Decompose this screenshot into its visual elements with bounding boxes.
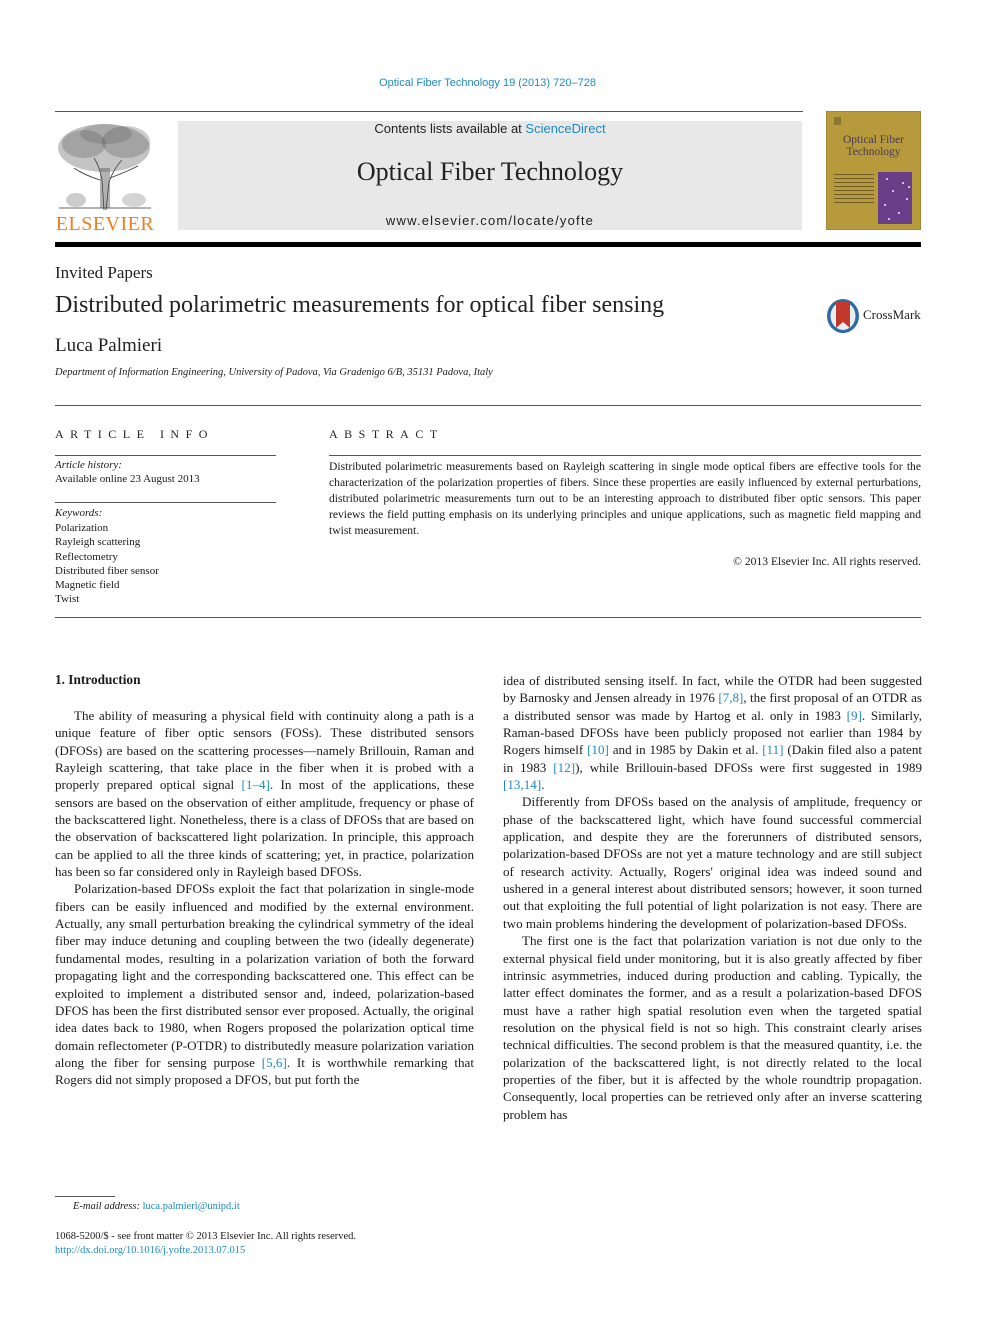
article-history-value: Available online 23 August 2013 xyxy=(55,473,200,485)
publisher-mark-icon xyxy=(834,117,841,125)
keyword-item: Distributed fiber sensor xyxy=(55,564,159,577)
contents-prefix: Contents lists available at xyxy=(374,121,526,136)
text-run: ), while Brillouin-based DFOSs were firs… xyxy=(575,759,922,775)
reference-link[interactable]: [12] xyxy=(553,760,575,775)
body-paragraph: The first one is the fact that polarizat… xyxy=(503,933,922,1122)
keywords-label: Keywords: xyxy=(55,507,103,519)
reference-link[interactable]: [10] xyxy=(587,742,609,757)
cover-title-line2: Technology xyxy=(846,146,901,158)
publisher-wordmark: ELSEVIER xyxy=(55,213,155,235)
journal-citation-link[interactable]: Optical Fiber Technology 19 (2013) 720–7… xyxy=(0,77,975,89)
article-history-label: Article history: xyxy=(55,459,122,471)
article-section: Invited Papers xyxy=(55,263,153,282)
author-affiliation: Department of Information Engineering, U… xyxy=(55,367,493,378)
author-name[interactable]: Luca Palmieri xyxy=(55,335,162,357)
contents-line: Contents lists available at ScienceDirec… xyxy=(178,121,802,136)
body-paragraph: Differently from DFOSs based on the anal… xyxy=(503,794,922,931)
abstract-rule xyxy=(329,455,921,456)
text-run: and in 1985 by Dakin et al. xyxy=(608,742,763,758)
article-info-heading: ARTICLE INFO xyxy=(55,427,214,441)
body-column-left: The ability of measuring a physical fiel… xyxy=(55,707,474,1089)
reference-link[interactable]: [7,8] xyxy=(718,690,743,705)
reference-link[interactable]: [11] xyxy=(762,742,783,757)
reference-link[interactable]: [1–4] xyxy=(242,777,270,792)
elsevier-logo[interactable]: ELSEVIER xyxy=(54,120,156,236)
keywords-rule xyxy=(55,502,276,503)
keyword-item: Polarization xyxy=(55,522,109,534)
elsevier-tree-icon xyxy=(58,124,151,211)
journal-banner: Contents lists available at ScienceDirec… xyxy=(178,121,802,230)
text-run: Polarization-based DFOSs exploit the fac… xyxy=(55,881,474,1070)
journal-cover-thumbnail[interactable]: Optical Fiber Technology xyxy=(826,111,921,230)
keyword-item: Magnetic field xyxy=(55,579,120,592)
cover-title-line1: Optical Fiber xyxy=(843,134,904,146)
header-thick-rule xyxy=(55,242,921,247)
section-heading-introduction: 1. Introduction xyxy=(55,672,141,687)
abstract-heading: ABSTRACT xyxy=(329,427,444,441)
keyword-item: Reflectometry xyxy=(55,550,118,563)
text-run: . xyxy=(541,777,545,793)
reference-link[interactable]: [13,14] xyxy=(503,777,541,792)
footnote-rule xyxy=(55,1196,115,1197)
reference-link[interactable]: [5,6] xyxy=(262,1055,287,1070)
reference-link[interactable]: [9] xyxy=(847,708,862,723)
cover-fiber-image xyxy=(878,172,912,224)
cover-contents-lines xyxy=(834,174,874,206)
abstract-bottom-rule xyxy=(55,617,921,618)
body-paragraph: The ability of measuring a physical fiel… xyxy=(55,707,474,880)
front-matter-rule xyxy=(55,405,921,406)
cover-title: Optical Fiber Technology xyxy=(827,134,920,158)
author-email-footnote: E-mail address: luca.palmieri@unipd.it xyxy=(73,1201,240,1212)
body-paragraph-continued: idea of distributed sensing itself. In f… xyxy=(503,672,922,793)
body-paragraph: Polarization-based DFOSs exploit the fac… xyxy=(55,880,474,1088)
abstract-text: Distributed polarimetric measurements ba… xyxy=(329,460,921,537)
header-rule xyxy=(55,111,803,112)
crossmark-label: CrossMark xyxy=(863,307,921,322)
text-run: . In most of the applications, these sen… xyxy=(55,777,475,880)
crossmark-icon xyxy=(827,299,859,333)
abstract-copyright: © 2013 Elsevier Inc. All rights reserved… xyxy=(733,555,921,568)
keyword-item: Rayleigh scattering xyxy=(55,536,141,549)
crossmark-button[interactable]: CrossMark xyxy=(826,298,926,334)
sciencedirect-link[interactable]: ScienceDirect xyxy=(525,121,605,136)
paper-title: Distributed polarimetric measurements fo… xyxy=(55,292,665,318)
keyword-item: Twist xyxy=(55,593,80,606)
email-label: E-mail address: xyxy=(73,1201,140,1212)
doi-link[interactable]: http://dx.doi.org/10.1016/j.yofte.2013.0… xyxy=(55,1245,245,1256)
author-email-link[interactable]: luca.palmieri@unipd.it xyxy=(143,1201,240,1212)
keywords-list: Polarization Rayleigh scattering Reflect… xyxy=(55,521,159,607)
body-column-right: idea of distributed sensing itself. In f… xyxy=(503,672,922,1123)
issn-copyright-line: 1068-5200/$ - see front matter © 2013 El… xyxy=(55,1231,357,1242)
journal-url-link[interactable]: www.elsevier.com/locate/yofte xyxy=(178,213,802,228)
article-info-rule xyxy=(55,455,276,456)
journal-title: Optical Fiber Technology xyxy=(356,157,624,186)
